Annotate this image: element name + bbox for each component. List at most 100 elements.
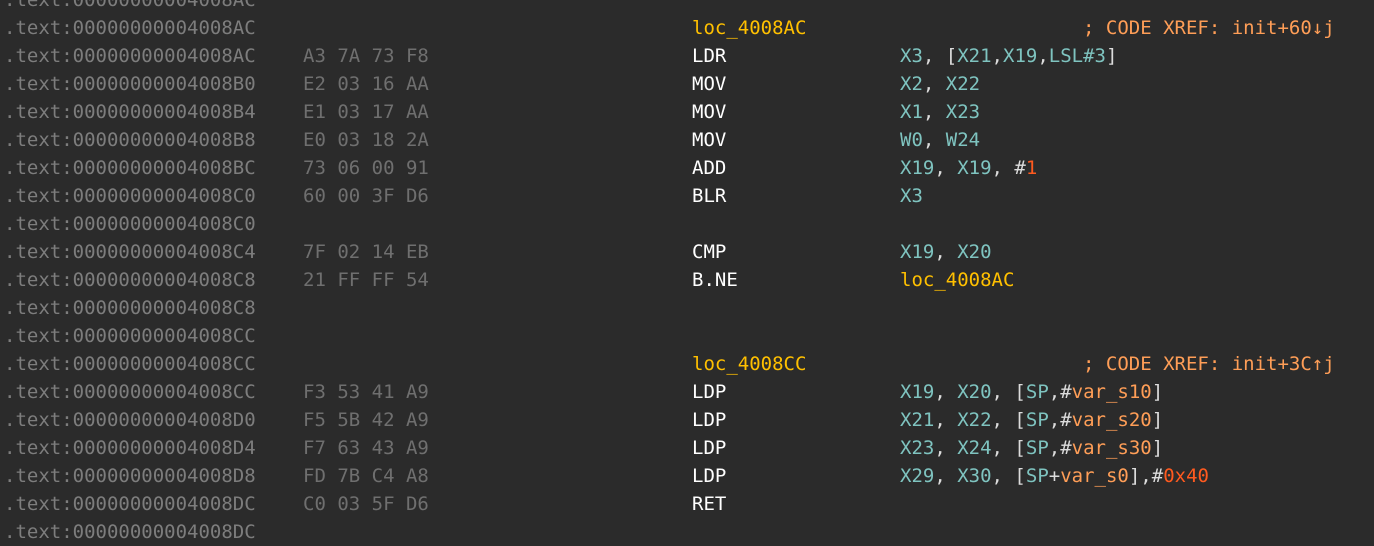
listing-line[interactable]: .text:00000000004008CC F3 53 41 A9 LDP X19,… [0, 378, 1374, 406]
disassembly-view[interactable]: .text:00000000004008AC .text:000000000040… [0, 0, 1374, 546]
punctuation: + [1048, 465, 1061, 487]
mnemonic[interactable]: BLR [692, 182, 726, 210]
register[interactable]: X19 [900, 157, 934, 179]
code-label[interactable]: loc_4008CC [692, 350, 806, 378]
opcode-bytes: 60 00 3F D6 [303, 185, 429, 207]
operands[interactable]: X1, X23 [900, 98, 980, 126]
register[interactable]: X21 [957, 45, 991, 67]
operands[interactable]: X19, X20 [900, 238, 992, 266]
register[interactable]: X23 [900, 437, 934, 459]
listing-line[interactable]: .text:00000000004008DC [0, 518, 1374, 546]
listing-line[interactable]: .text:00000000004008D4 F7 63 43 A9 LDP X23,… [0, 434, 1374, 462]
register[interactable]: SP [1026, 409, 1049, 431]
listing-line[interactable]: .text:00000000004008BC 73 06 00 91 ADD X19,… [0, 154, 1374, 182]
address: .text:00000000004008DC [4, 521, 256, 543]
register[interactable]: X3 [900, 45, 923, 67]
register[interactable]: X29 [900, 465, 934, 487]
register[interactable]: X24 [957, 437, 991, 459]
punctuation: ] [1151, 437, 1164, 459]
punctuation: , [ [991, 381, 1026, 403]
opcode-bytes: 73 06 00 91 [303, 157, 429, 179]
listing-line[interactable]: .text:00000000004008B8 E0 03 18 2A MOV W0, … [0, 126, 1374, 154]
operands[interactable]: X23, X24, [SP,#var_s30] [900, 434, 1163, 462]
mnemonic[interactable]: LDP [692, 406, 726, 434]
operands[interactable]: X19, X19, #1 [900, 154, 1037, 182]
register[interactable]: SP [1026, 437, 1049, 459]
register[interactable]: X2 [900, 73, 923, 95]
register[interactable]: W0 [900, 129, 923, 151]
mnemonic[interactable]: MOV [692, 70, 726, 98]
listing-line[interactable]: .text:00000000004008C8 [0, 294, 1374, 322]
punctuation: , [991, 45, 1003, 67]
register[interactable]: X21 [900, 409, 934, 431]
address: .text:00000000004008D0 [4, 409, 256, 431]
mnemonic[interactable]: ADD [692, 154, 726, 182]
register[interactable]: X3 [900, 185, 923, 207]
register[interactable]: X20 [957, 381, 991, 403]
stack-variable[interactable]: var_s30 [1072, 437, 1152, 459]
mnemonic[interactable]: B.NE [692, 266, 738, 294]
mnemonic[interactable]: RET [692, 490, 726, 518]
register[interactable]: W24 [946, 129, 980, 151]
punctuation: , [934, 465, 958, 487]
punctuation: , [934, 409, 958, 431]
stack-variable[interactable]: var_s20 [1072, 409, 1152, 431]
operands[interactable]: X2, X22 [900, 70, 980, 98]
mnemonic[interactable]: MOV [692, 98, 726, 126]
register[interactable]: X22 [957, 409, 991, 431]
address: .text:00000000004008AC [4, 0, 256, 11]
register[interactable]: X19 [957, 157, 991, 179]
operands[interactable]: X3, [X21,X19,LSL#3] [900, 42, 1117, 70]
punctuation: , [934, 381, 958, 403]
listing-line[interactable]: .text:00000000004008CC [0, 322, 1374, 350]
listing-line[interactable]: .text:00000000004008DC C0 03 5F D6 RET [0, 490, 1374, 518]
operands[interactable]: X29, X30, [SP+var_s0],#0x40 [900, 462, 1209, 490]
listing-line[interactable]: .text:00000000004008C8 21 FF FF 54 B.NE loc… [0, 266, 1374, 294]
listing-line[interactable]: .text:00000000004008B0 E2 03 16 AA MOV X2, … [0, 70, 1374, 98]
branch-target-label[interactable]: loc_4008AC [900, 269, 1014, 291]
operands[interactable]: loc_4008AC [900, 266, 1014, 294]
register[interactable]: X19 [1003, 45, 1037, 67]
stack-variable[interactable]: var_s0 [1060, 465, 1129, 487]
stack-variable[interactable]: var_s10 [1072, 381, 1152, 403]
listing-line[interactable]: .text:00000000004008C4 7F 02 14 EB CMP X19,… [0, 238, 1374, 266]
listing-line[interactable]: .text:00000000004008CC loc_4008CC ; CODE X… [0, 350, 1374, 378]
mnemonic[interactable]: CMP [692, 238, 726, 266]
register[interactable]: X20 [957, 241, 991, 263]
mnemonic[interactable]: LDP [692, 378, 726, 406]
operands[interactable]: X21, X22, [SP,#var_s20] [900, 406, 1163, 434]
punctuation: , [934, 437, 958, 459]
register[interactable]: LSL#3 [1049, 45, 1106, 67]
register[interactable]: SP [1026, 381, 1049, 403]
listing-line[interactable]: .text:00000000004008C0 [0, 210, 1374, 238]
mnemonic[interactable]: LDR [692, 42, 726, 70]
operands[interactable]: W0, W24 [900, 126, 980, 154]
listing-line[interactable]: .text:00000000004008D0 F5 5B 42 A9 LDP X21,… [0, 406, 1374, 434]
register[interactable]: X1 [900, 101, 923, 123]
listing-line[interactable]: .text:00000000004008D8 FD 7B C4 A8 LDP X29,… [0, 462, 1374, 490]
listing-line[interactable]: .text:00000000004008AC loc_4008AC ; CODE X… [0, 14, 1374, 42]
code-xref-comment[interactable]: ; CODE XREF: init+60↓j [1083, 14, 1335, 42]
listing-line[interactable]: .text:00000000004008C0 60 00 3F D6 BLR X3 [0, 182, 1374, 210]
code-xref-comment[interactable]: ; CODE XREF: init+3C↑j [1083, 350, 1335, 378]
register[interactable]: X19 [900, 381, 934, 403]
opcode-bytes: 7F 02 14 EB [303, 241, 429, 263]
operands[interactable]: X19, X20, [SP,#var_s10] [900, 378, 1163, 406]
opcode-bytes: 21 FF FF 54 [303, 269, 429, 291]
code-label[interactable]: loc_4008AC [692, 14, 806, 42]
listing-line[interactable]: .text:00000000004008AC [0, 0, 1374, 14]
mnemonic[interactable]: LDP [692, 462, 726, 490]
address: .text:00000000004008CC [4, 325, 256, 347]
register[interactable]: X23 [946, 101, 980, 123]
address: .text:00000000004008C0 [4, 185, 256, 207]
operands[interactable]: X3 [900, 182, 923, 210]
register[interactable]: X22 [946, 73, 980, 95]
address: .text:00000000004008D4 [4, 437, 256, 459]
mnemonic[interactable]: MOV [692, 126, 726, 154]
listing-line[interactable]: .text:00000000004008AC A3 7A 73 F8 LDR X3, … [0, 42, 1374, 70]
listing-line[interactable]: .text:00000000004008B4 E1 03 17 AA MOV X1, … [0, 98, 1374, 126]
mnemonic[interactable]: LDP [692, 434, 726, 462]
register[interactable]: X30 [957, 465, 991, 487]
register[interactable]: SP [1026, 465, 1049, 487]
register[interactable]: X19 [900, 241, 934, 263]
